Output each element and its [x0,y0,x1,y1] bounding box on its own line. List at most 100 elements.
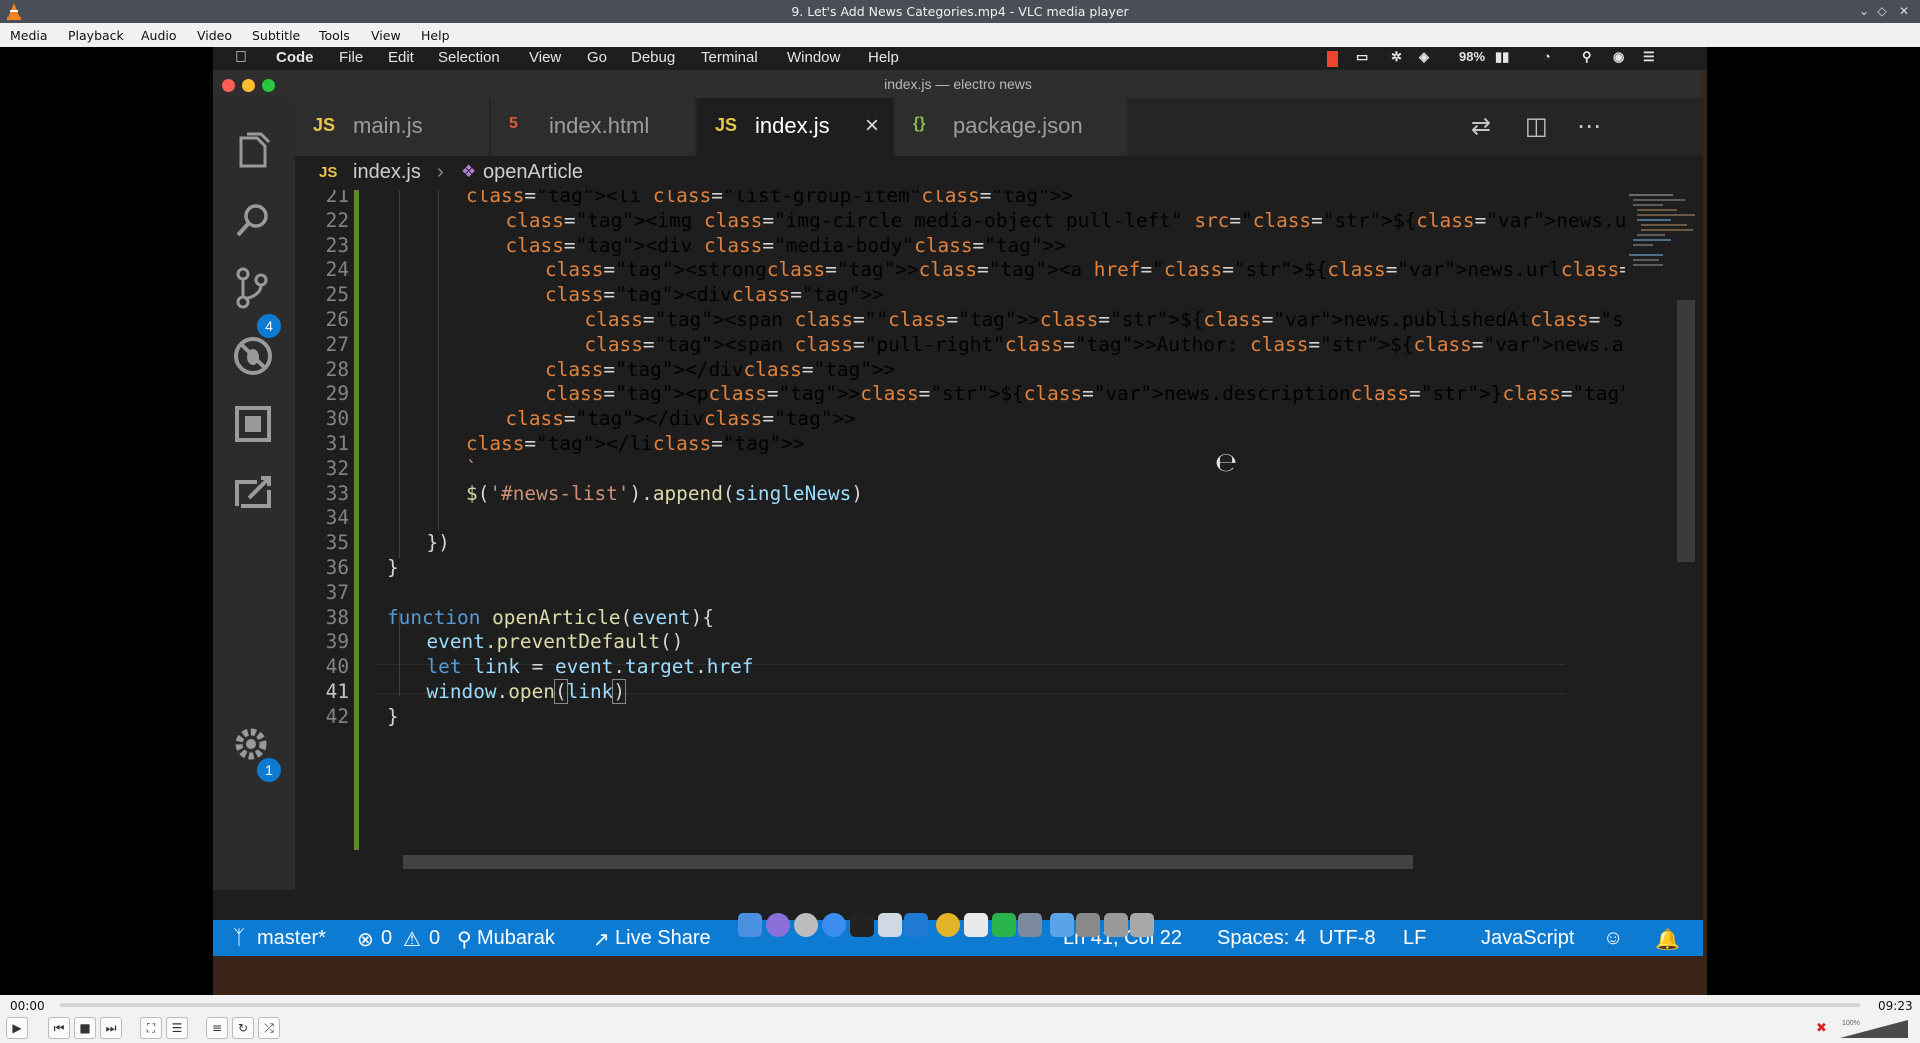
line-number: 29 [325,382,349,406]
mac-menu-go: Go [587,49,608,66]
js-file-icon: JS [715,115,738,135]
breadcrumb-file[interactable]: index.js [353,161,421,184]
seek-slider[interactable] [60,1003,1860,1007]
line-number: 32 [325,456,349,480]
code-line[interactable]: 42} [295,703,1625,733]
bluetooth-icon: ✲ [1391,49,1402,64]
menu-subtitle[interactable]: Subtitle [252,28,300,43]
menu-audio[interactable]: Audio [141,28,177,43]
stop-button[interactable]: ■ [74,1017,96,1039]
shuffle-button[interactable]: ⤮ [258,1017,280,1039]
horizontal-scrollbar[interactable] [403,855,1413,869]
js-file-icon: JS [319,164,338,181]
line-code: class="tag"><div class="media-body"class… [505,233,1066,257]
tab-label: index.html [549,113,650,138]
debug-icon[interactable] [227,330,279,382]
live-share-icon[interactable] [227,466,279,518]
line-number: 27 [325,332,349,356]
language-mode[interactable]: JavaScript [1481,927,1574,950]
encoding[interactable]: UTF-8 [1319,927,1376,950]
tab-label: main.js [353,113,423,138]
mac-menu-debug: Debug [631,49,676,66]
live-share-status-icon: ↗ [593,929,610,951]
mute-icon[interactable]: ✖ [1816,1021,1827,1036]
safari-icon [822,913,846,937]
line-number: 36 [325,556,349,579]
notifications-bell-icon[interactable]: 🔔 [1655,927,1680,952]
volume-label: 100% [1842,1020,1860,1027]
record-icon [1327,51,1338,67]
tab-main-js[interactable]: JS main.js [295,98,489,156]
indentation[interactable]: Spaces: 4 [1217,927,1306,950]
git-branch[interactable]: master* [257,927,326,950]
vscode-window: index.js — electro news 4 1 JS main.js 5… [213,70,1703,956]
fullscreen-button[interactable]: ⛶ [140,1017,162,1039]
line-number: 41 [325,680,349,703]
source-control-icon[interactable] [227,262,279,314]
breadcrumb-symbol[interactable]: openArticle [483,161,583,184]
battery-icon: ▮▮ [1495,49,1510,64]
live-share-status[interactable]: Live Share [615,927,711,950]
tab-bar: JS main.js 5 index.html JS index.js × {}… [295,98,1703,156]
warning-icon: ⚠ [403,929,421,951]
line-code: class="tag"></divclass="tag">> [545,357,896,381]
menu-view[interactable]: View [371,28,401,43]
volume-slider[interactable]: 100% [1840,1017,1908,1039]
tab-package-json[interactable]: {} package.json [895,98,1127,156]
extensions-icon[interactable] [227,398,279,450]
tab-label: index.js [755,113,830,138]
line-code: class="tag"><img class="img-circle media… [505,208,1626,232]
error-count[interactable]: 0 [381,927,392,950]
launchpad-icon [794,913,818,937]
menu-help[interactable]: Help [421,28,450,43]
method-icon: ❖ [461,162,477,181]
close-icon[interactable]: ✕ [1896,3,1912,19]
feedback-smiley-icon[interactable]: ☺ [1603,927,1623,950]
line-code: let link = event.target.href [426,655,754,679]
battery-text: 98% [1459,49,1486,64]
wifi-icon: ◈ [1419,49,1429,64]
mac-menu-edit: Edit [388,49,414,66]
search-icon[interactable] [227,194,279,246]
mac-menu-view: View [529,49,562,66]
vertical-scrollbar[interactable] [1677,300,1695,562]
line-code: ` [466,456,478,480]
window-title: 9. Let's Add News Categories.mp4 - VLC m… [791,4,1129,19]
mac-dock [738,909,1178,947]
breadcrumb-separator: › [437,161,444,183]
menu-video[interactable]: Video [197,28,232,43]
explorer-icon[interactable] [227,126,279,178]
previous-button[interactable]: ⏮ [48,1017,70,1039]
next-button[interactable]: ⏭ [100,1017,122,1039]
tab-index-js[interactable]: JS index.js × [697,98,893,156]
npm-file-icon: {} [913,115,926,132]
siri-dock-icon [766,913,790,937]
code-editor[interactable]: 21 class="tag"><li class="list-group-item… [295,190,1625,870]
screenshot-icon [1050,913,1074,937]
more-actions-icon[interactable]: ⋯ [1577,112,1601,140]
open-changes-icon[interactable]: ⇄ [1471,112,1491,140]
line-number: 42 [325,704,349,728]
line-code: class="tag"><li class="list-group-item"c… [466,190,1074,207]
menu-playback[interactable]: Playback [68,28,124,43]
line-ending[interactable]: LF [1403,927,1426,950]
display-icon: ▭ [1356,49,1369,64]
playlist-button[interactable]: ≡ [206,1017,228,1039]
minimize-icon[interactable]: ⌄ [1856,3,1872,19]
user-name[interactable]: Mubarak [477,927,555,950]
settings-badge: 1 [257,758,281,782]
line-number: 25 [325,283,349,307]
warning-count[interactable]: 0 [429,927,440,950]
play-button[interactable]: ▶ [6,1017,28,1039]
tab-index-html[interactable]: 5 index.html [491,98,695,156]
mac-menu-code: Code [276,49,314,66]
extended-settings-button[interactable]: ☰ [166,1017,188,1039]
split-editor-icon[interactable]: ◫ [1525,112,1548,140]
error-icon: ⊗ [357,929,374,951]
menu-tools[interactable]: Tools [319,28,350,43]
line-number: 33 [325,481,349,505]
tab-close-icon[interactable]: × [865,112,879,140]
menu-media[interactable]: Media [10,28,48,43]
maximize-icon[interactable]: ◇ [1874,3,1890,19]
loop-button[interactable]: ↻ [232,1017,254,1039]
